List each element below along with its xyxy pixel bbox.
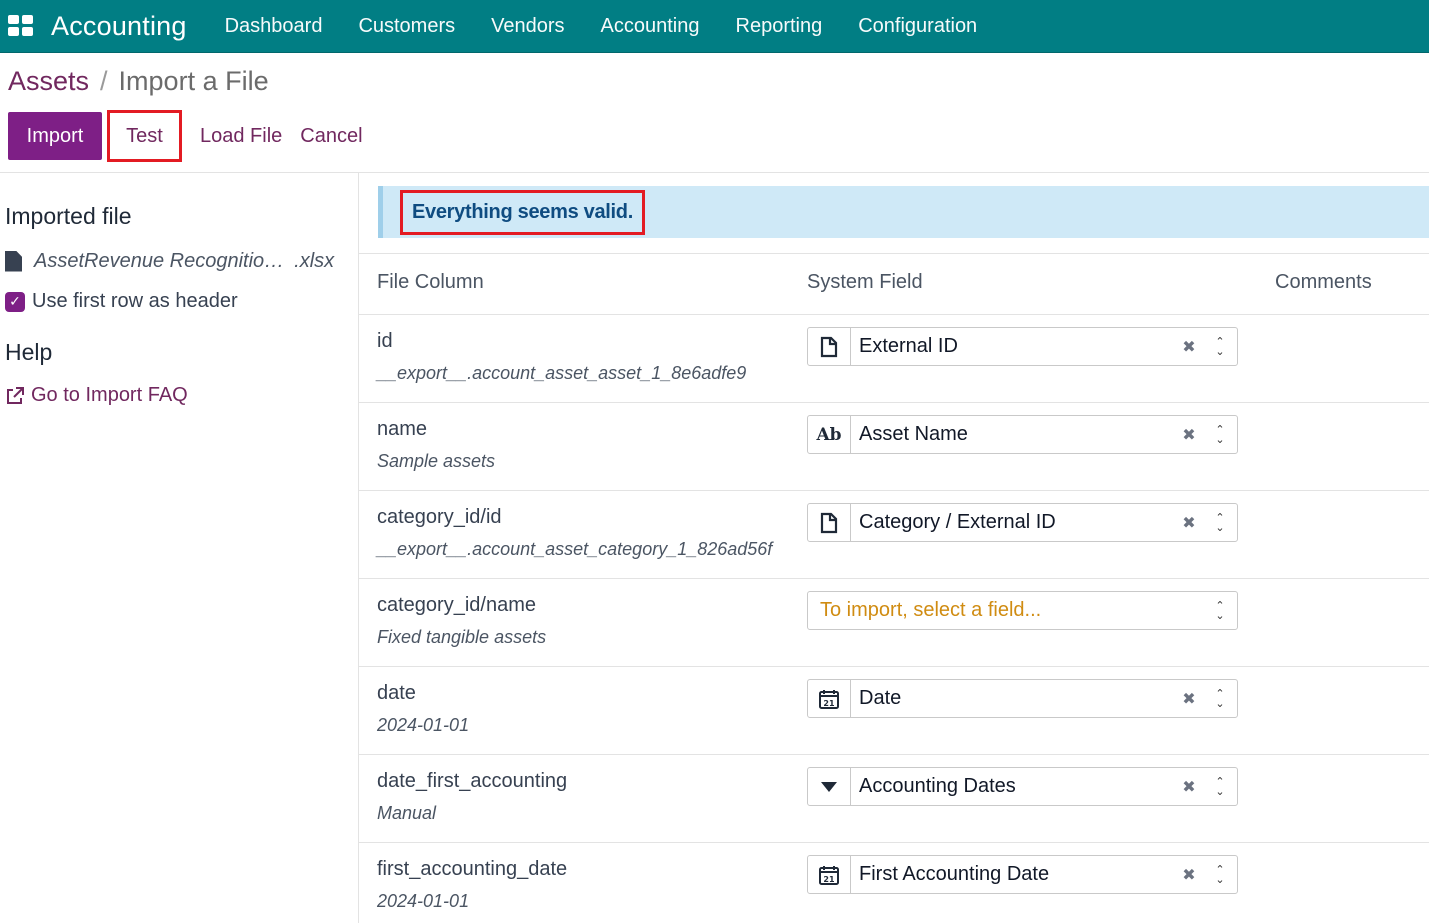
system-field-value: External ID bbox=[859, 335, 958, 357]
text-ab-icon: Ab bbox=[808, 416, 851, 453]
file-extension: .xlsx bbox=[294, 249, 335, 272]
row-column-name: date_first_accounting bbox=[377, 770, 568, 792]
header-comments: Comments bbox=[1275, 271, 1372, 293]
top-navbar: Accounting Dashboard Customers Vendors A… bbox=[0, 0, 1429, 53]
import-button[interactable]: Import bbox=[8, 112, 102, 160]
row-divider bbox=[359, 578, 1429, 579]
import-faq-label[interactable]: Go to Import FAQ bbox=[31, 384, 188, 407]
row-sample-value: __export__.account_asset_asset_1_8e6adfe… bbox=[377, 363, 747, 383]
row-column-name: date bbox=[377, 682, 416, 704]
help-heading: Help bbox=[5, 339, 53, 365]
row-sample-value: 2024-01-01 bbox=[377, 891, 470, 911]
row-divider bbox=[359, 490, 1429, 491]
row-column-name: id bbox=[377, 330, 393, 352]
clear-icon[interactable]: ✖ bbox=[1179, 689, 1199, 709]
row-column-name: category_id/name bbox=[377, 594, 536, 616]
apps-grid-icon[interactable] bbox=[8, 15, 34, 37]
clear-icon[interactable]: ✖ bbox=[1179, 865, 1199, 885]
row-sample-value: Manual bbox=[377, 803, 437, 823]
nav-item-reporting[interactable]: Reporting bbox=[718, 15, 841, 38]
file-name: AssetRevenue Recognitio… bbox=[34, 249, 285, 272]
nav-item-customers[interactable]: Customers bbox=[340, 15, 473, 38]
calendar-icon: 21 bbox=[808, 856, 851, 893]
nav-item-dashboard[interactable]: Dashboard bbox=[207, 15, 341, 38]
imported-file-heading: Imported file bbox=[5, 203, 132, 229]
clear-icon[interactable]: ✖ bbox=[1179, 513, 1199, 533]
import-faq-link[interactable]: Go to Import FAQ bbox=[5, 384, 188, 407]
system-field-select[interactable]: Category / External ID ✖ ⌃ ⌄ bbox=[807, 503, 1238, 542]
table-top-border bbox=[359, 253, 1429, 254]
clear-icon[interactable]: ✖ bbox=[1179, 425, 1199, 445]
row-divider bbox=[359, 402, 1429, 403]
row-divider bbox=[359, 666, 1429, 667]
sidebar-divider bbox=[358, 173, 359, 923]
system-field-select[interactable]: External ID ✖ ⌃ ⌄ bbox=[807, 327, 1238, 366]
use-header-label[interactable]: Use first row as header bbox=[32, 290, 238, 313]
row-sample-value: __export__.account_asset_category_1_826a… bbox=[377, 539, 773, 559]
svg-text:21: 21 bbox=[823, 699, 835, 708]
select-arrows-icon[interactable]: ⌃ ⌄ bbox=[1213, 600, 1227, 621]
caret-down-icon bbox=[808, 768, 851, 805]
system-field-select[interactable]: To import, select a field... ⌃ ⌄ bbox=[807, 591, 1238, 630]
system-field-value: Accounting Dates bbox=[859, 775, 1016, 797]
load-file-button[interactable]: Load File bbox=[200, 125, 282, 148]
external-link-icon bbox=[7, 386, 24, 404]
row-sample-value: Fixed tangible assets bbox=[377, 627, 547, 647]
system-field-select[interactable]: 21 First Accounting Date ✖ ⌃ ⌄ bbox=[807, 855, 1238, 894]
row-sample-value: Sample assets bbox=[377, 451, 496, 471]
test-button[interactable]: Test bbox=[107, 110, 182, 162]
system-field-value: Asset Name bbox=[859, 423, 968, 445]
header-divider bbox=[0, 172, 1429, 173]
document-icon bbox=[808, 328, 851, 365]
breadcrumb: Assets / Import a File bbox=[8, 66, 269, 97]
nav-item-vendors[interactable]: Vendors bbox=[473, 15, 582, 38]
row-divider bbox=[359, 754, 1429, 755]
nav-item-accounting[interactable]: Accounting bbox=[583, 15, 718, 38]
page-title: Import a File bbox=[118, 66, 269, 96]
file-icon bbox=[5, 250, 22, 272]
row-divider bbox=[359, 842, 1429, 843]
row-sample-value: 2024-01-01 bbox=[377, 715, 470, 735]
control-panel-buttons: Import Test Load File Cancel bbox=[8, 110, 381, 162]
breadcrumb-assets-link[interactable]: Assets bbox=[8, 66, 89, 97]
system-field-placeholder: To import, select a field... bbox=[820, 599, 1042, 621]
clear-icon[interactable]: ✖ bbox=[1179, 777, 1199, 797]
header-file-column: File Column bbox=[377, 271, 484, 293]
use-header-option[interactable]: ✓ Use first row as header bbox=[5, 290, 238, 313]
breadcrumb-separator: / bbox=[100, 66, 108, 96]
app-brand[interactable]: Accounting bbox=[51, 11, 187, 42]
nav-item-configuration[interactable]: Configuration bbox=[840, 15, 995, 38]
select-arrows-icon[interactable]: ⌃ ⌄ bbox=[1213, 864, 1227, 885]
svg-text:21: 21 bbox=[823, 875, 835, 884]
validation-highlight: Everything seems valid. bbox=[400, 190, 645, 235]
validation-alert: Everything seems valid. bbox=[378, 186, 1429, 238]
imported-file-row: AssetRevenue Recognitio… .xlsx bbox=[5, 248, 334, 274]
system-field-select[interactable]: 21 Date ✖ ⌃ ⌄ bbox=[807, 679, 1238, 718]
system-field-select[interactable]: Ab Asset Name ✖ ⌃ ⌄ bbox=[807, 415, 1238, 454]
document-icon bbox=[808, 504, 851, 541]
row-column-name: first_accounting_date bbox=[377, 858, 568, 880]
system-field-select[interactable]: Accounting Dates ✖ ⌃ ⌄ bbox=[807, 767, 1238, 806]
header-system-field: System Field bbox=[807, 271, 923, 293]
system-field-value: Category / External ID bbox=[859, 511, 1056, 533]
select-arrows-icon[interactable]: ⌃ ⌄ bbox=[1213, 424, 1227, 445]
header-divider-line bbox=[359, 314, 1429, 315]
calendar-icon: 21 bbox=[808, 680, 851, 717]
select-arrows-icon[interactable]: ⌃ ⌄ bbox=[1213, 512, 1227, 533]
select-arrows-icon[interactable]: ⌃ ⌄ bbox=[1213, 688, 1227, 709]
select-arrows-icon[interactable]: ⌃ ⌄ bbox=[1213, 776, 1227, 797]
row-column-name: name bbox=[377, 418, 428, 440]
cancel-button[interactable]: Cancel bbox=[300, 125, 362, 148]
system-field-value: First Accounting Date bbox=[859, 863, 1050, 885]
use-header-checkbox[interactable]: ✓ bbox=[5, 291, 25, 312]
select-arrows-icon[interactable]: ⌃ ⌄ bbox=[1213, 336, 1227, 357]
validation-message: Everything seems valid. bbox=[412, 201, 633, 223]
clear-icon[interactable]: ✖ bbox=[1179, 337, 1199, 357]
row-column-name: category_id/id bbox=[377, 506, 502, 528]
system-field-value: Date bbox=[859, 687, 902, 709]
